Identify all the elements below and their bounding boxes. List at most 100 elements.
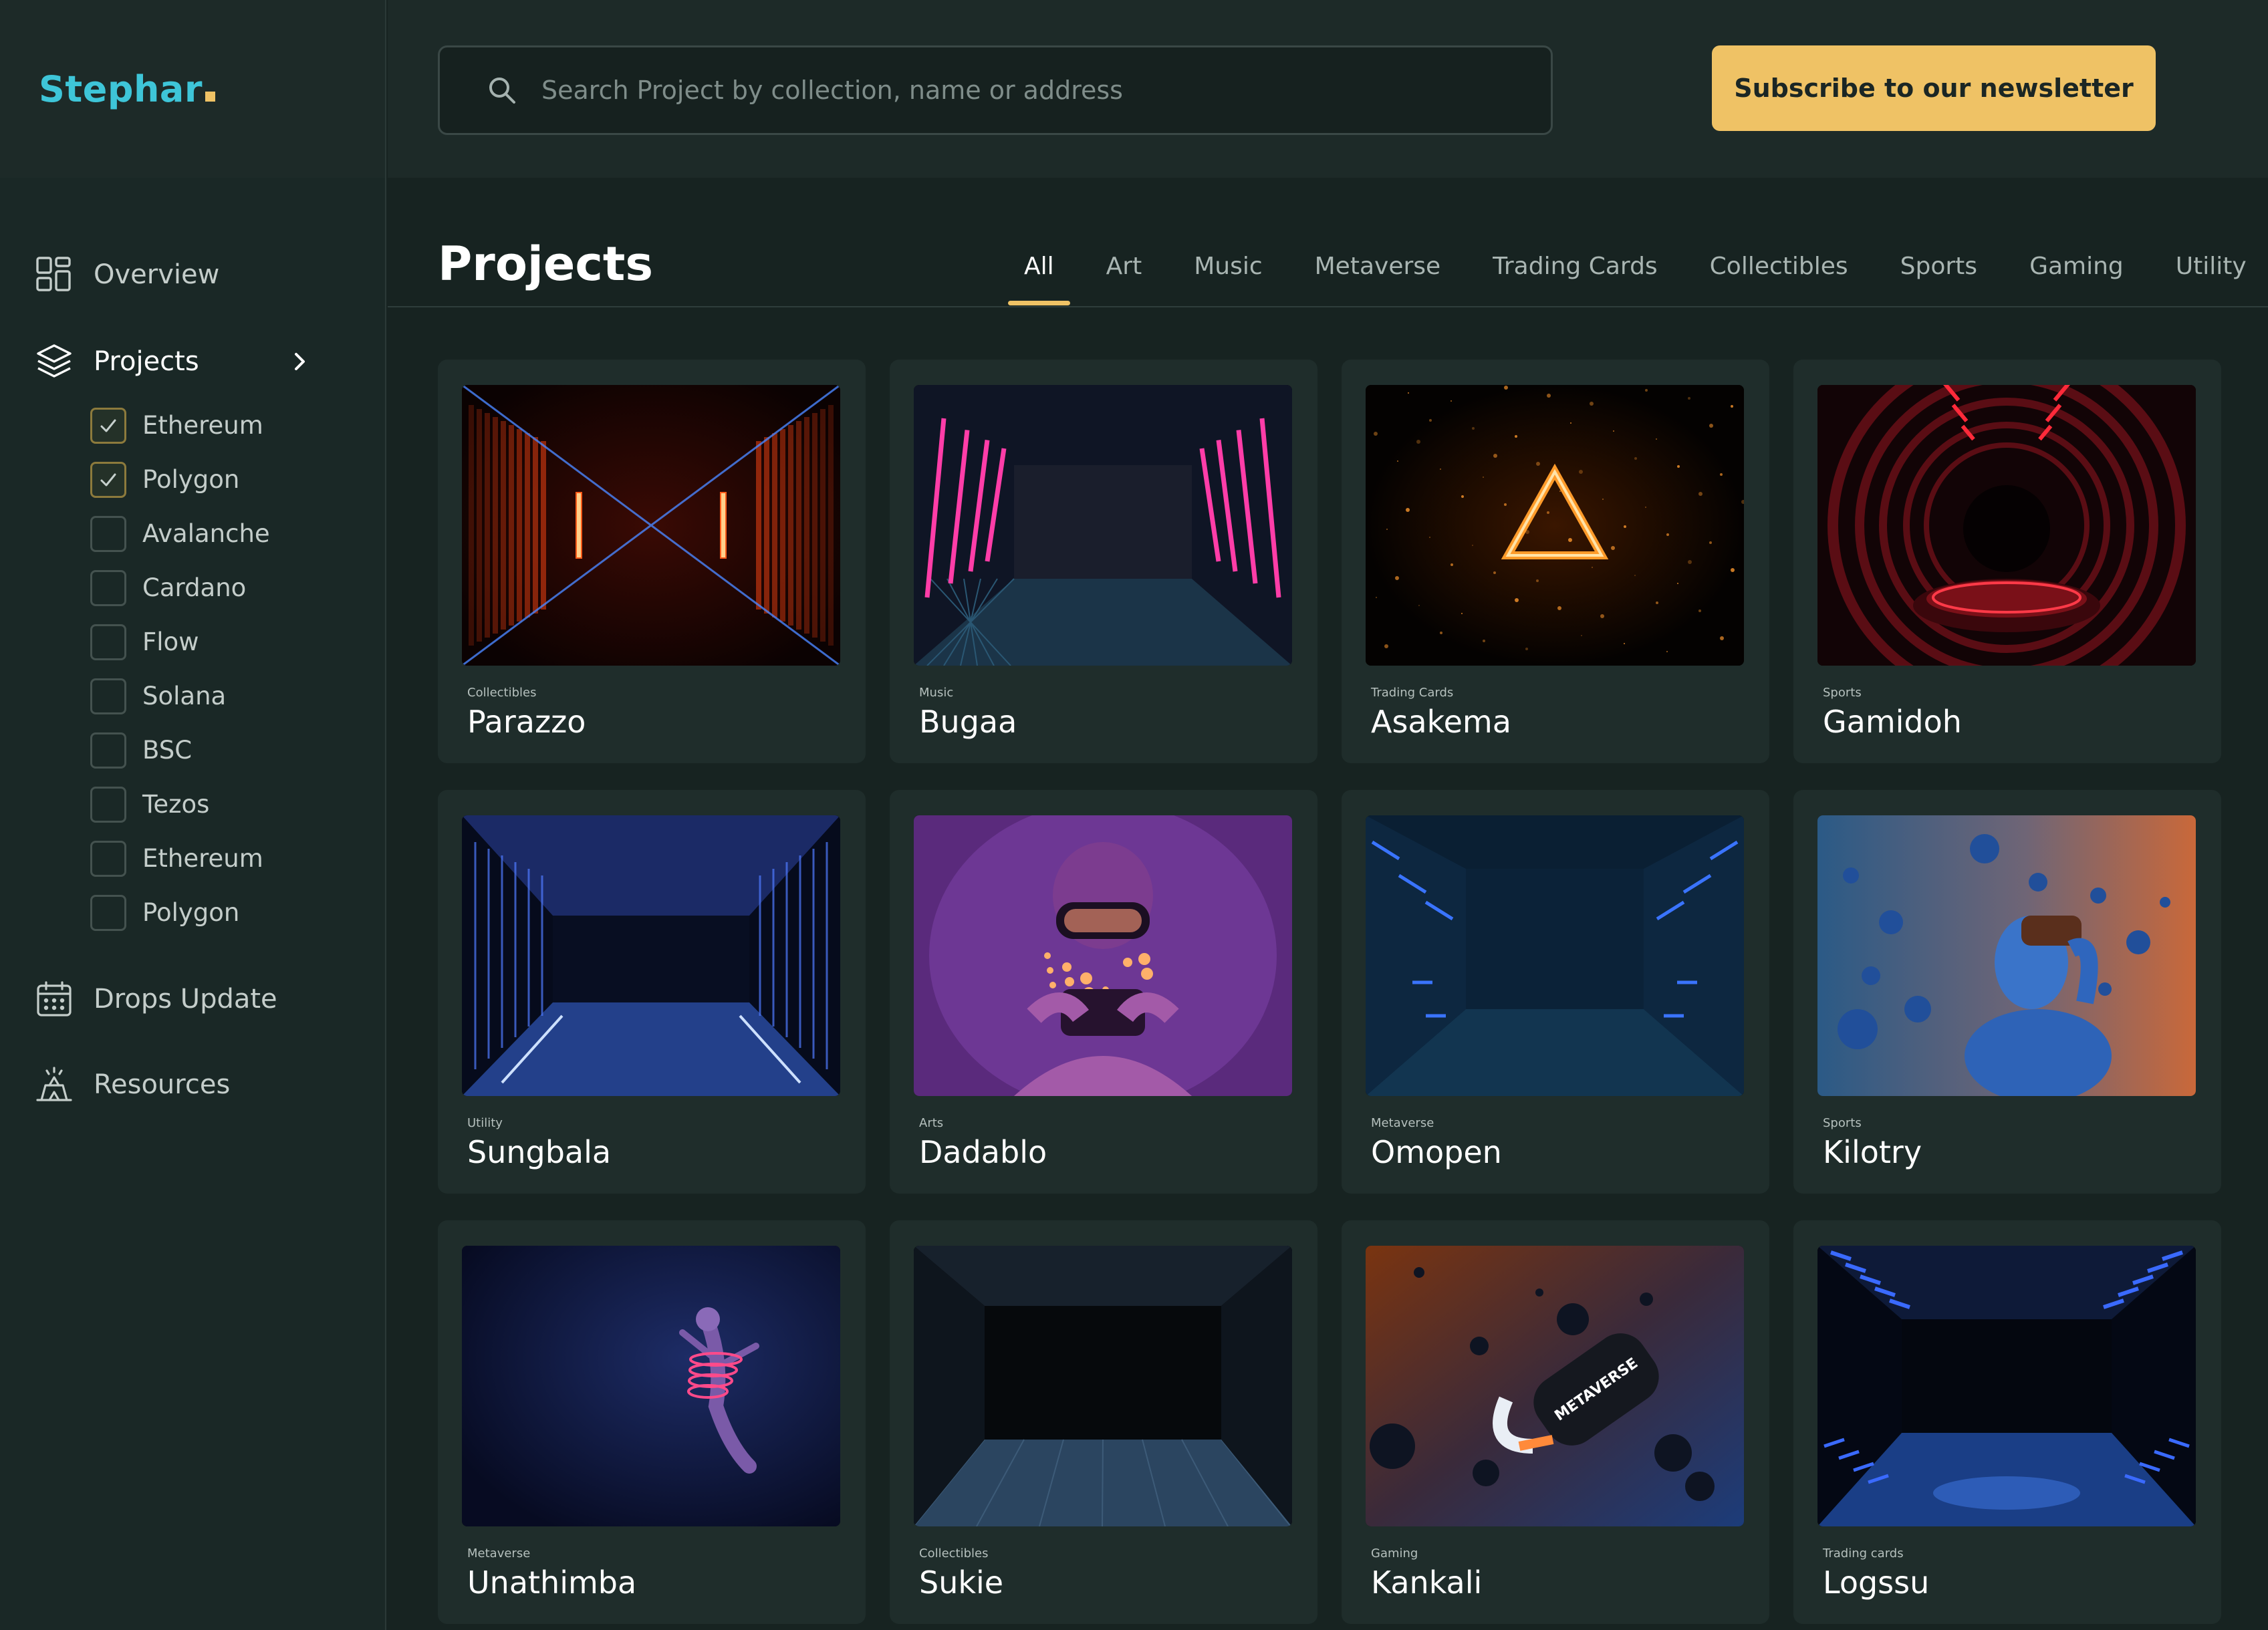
search-input[interactable] [541, 76, 1551, 105]
project-card[interactable]: Music Bugaa [890, 360, 1317, 763]
chain-label: Ethereum [142, 411, 263, 440]
tab-collectibles[interactable]: Collectibles [1710, 253, 1848, 280]
project-category: Music [919, 686, 954, 700]
checkbox[interactable] [90, 407, 126, 444]
tabs-divider [388, 306, 2268, 307]
checkbox[interactable] [90, 786, 126, 823]
chain-label: Flow [142, 628, 199, 656]
project-category: Metaverse [1371, 1116, 1434, 1130]
project-image [462, 1246, 840, 1526]
project-image [1817, 1246, 2196, 1526]
search-icon [489, 78, 515, 104]
chevron-right-icon[interactable] [284, 346, 315, 377]
project-card[interactable]: Collectibles Parazzo [438, 360, 866, 763]
sidebar-item-overview[interactable]: Overview [0, 245, 385, 305]
project-card[interactable]: Sports Gamidoh [1793, 360, 2221, 763]
check-icon [100, 473, 116, 486]
checkbox[interactable] [90, 678, 126, 714]
sidebar-item-resources[interactable]: Resources [0, 1055, 385, 1115]
project-card[interactable]: Trading Cards Asakema [1342, 360, 1769, 763]
project-name: Omopen [1371, 1134, 1502, 1170]
project-category: Trading cards [1823, 1546, 1904, 1560]
project-card[interactable]: Trading cards Logssu [1793, 1220, 2221, 1624]
project-image [462, 815, 840, 1096]
tab-sports[interactable]: Sports [1900, 253, 1977, 280]
sidebar-item-label: Overview [94, 259, 220, 290]
tab-metaverse[interactable]: Metaverse [1315, 253, 1441, 280]
project-image [1817, 385, 2196, 666]
checkbox[interactable] [90, 515, 126, 552]
project-name: Gamidoh [1823, 704, 1962, 740]
project-category: Arts [919, 1116, 944, 1130]
chain-label: BSC [142, 736, 193, 765]
tab-utility[interactable]: Utility [2176, 253, 2247, 280]
chain-label: Tezos [142, 790, 210, 819]
project-name: Dadablo [919, 1134, 1047, 1170]
project-card[interactable]: Utility Sungbala [438, 790, 866, 1194]
project-card[interactable]: Collectibles Sukie [890, 1220, 1317, 1624]
project-name: Bugaa [919, 704, 1017, 740]
chain-filter-item[interactable]: Ethereum [90, 398, 385, 452]
project-card[interactable]: Metaverse Omopen [1342, 790, 1769, 1194]
brand-logo[interactable]: Stephar [39, 68, 215, 110]
project-image [914, 815, 1292, 1096]
chain-filter-item[interactable]: Ethereum [90, 831, 385, 886]
project-image [914, 385, 1292, 666]
checkbox[interactable] [90, 624, 126, 660]
chain-filter-item[interactable]: Solana [90, 669, 385, 723]
subscribe-newsletter-button[interactable]: Subscribe to our newsletter [1712, 45, 2156, 131]
sidebar-item-projects[interactable]: Projects [0, 331, 385, 392]
sidebar-item-label: Resources [94, 1069, 231, 1100]
project-card[interactable]: Sports Kilotry [1793, 790, 2221, 1194]
project-image: METAVERSE [1366, 1246, 1744, 1526]
project-name: Kankali [1371, 1565, 1483, 1601]
chain-label: Avalanche [142, 519, 270, 548]
project-category: Metaverse [467, 1546, 531, 1560]
project-card[interactable]: Metaverse Unathimba [438, 1220, 866, 1624]
project-image [1366, 385, 1744, 666]
projects-grid: Collectibles Parazzo Music Bugaa Trading C… [438, 360, 2221, 1624]
search-box[interactable] [438, 45, 1553, 135]
layers-icon [37, 344, 72, 378]
tab-music[interactable]: Music [1194, 253, 1262, 280]
project-image [1366, 815, 1744, 1096]
chain-label: Polygon [142, 898, 240, 927]
project-category: Sports [1823, 1116, 1862, 1130]
check-icon [100, 419, 116, 432]
checkbox[interactable] [90, 732, 126, 769]
sidebar-item-label: Drops Update [94, 984, 277, 1014]
checkbox[interactable] [90, 840, 126, 877]
project-name: Unathimba [467, 1565, 637, 1601]
project-name: Sukie [919, 1565, 1004, 1601]
calendar-icon [37, 981, 72, 1016]
tab-art[interactable]: Art [1106, 253, 1142, 280]
checkbox[interactable] [90, 894, 126, 931]
tab-gaming[interactable]: Gaming [2029, 253, 2124, 280]
chain-filter-item[interactable]: Polygon [90, 452, 385, 507]
sidebar-nav: Overview Projects Ethereum Polygon Avalanc… [0, 178, 385, 1115]
chain-filter-item[interactable]: Avalanche [90, 507, 385, 561]
chain-label: Cardano [142, 573, 247, 602]
chain-filter-item[interactable]: Polygon [90, 886, 385, 940]
chain-filter-item[interactable]: Flow [90, 615, 385, 669]
chain-filter-item[interactable]: Cardano [90, 561, 385, 615]
logo-dot [205, 91, 215, 102]
tab-all[interactable]: All [1008, 253, 1070, 305]
chain-filter-item[interactable]: Tezos [90, 777, 385, 831]
category-tabs: All Art Music Metaverse Trading Cards Collect… [1008, 253, 2268, 305]
sidebar-item-label: Projects [94, 346, 199, 377]
project-category: Sports [1823, 686, 1862, 700]
project-card[interactable]: Arts Dadablo [890, 790, 1317, 1194]
chain-filter-item[interactable]: BSC [90, 723, 385, 777]
chain-label: Polygon [142, 465, 240, 494]
sidebar-item-drops-update[interactable]: Drops Update [0, 969, 385, 1029]
checkbox[interactable] [90, 569, 126, 606]
project-name: Kilotry [1823, 1134, 1922, 1170]
logo-area: Stephar [0, 0, 385, 178]
checkbox[interactable] [90, 461, 126, 498]
tab-trading-cards[interactable]: Trading Cards [1493, 253, 1658, 280]
project-name: Logssu [1823, 1565, 1930, 1601]
project-category: Utility [467, 1116, 503, 1130]
project-name: Sungbala [467, 1134, 612, 1170]
project-card[interactable]: METAVERSE Gaming Kankali [1342, 1220, 1769, 1624]
